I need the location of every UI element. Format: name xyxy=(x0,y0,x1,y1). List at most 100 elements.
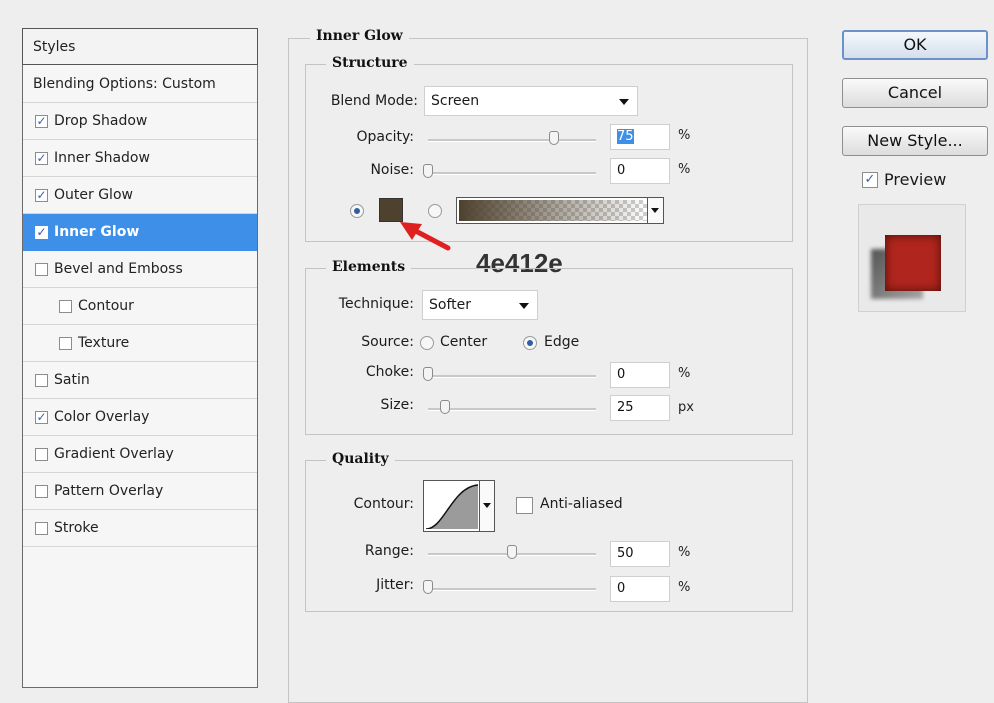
size-slider[interactable] xyxy=(428,408,596,411)
choke-value: 0 xyxy=(617,367,626,382)
size-slider-thumb[interactable] xyxy=(439,400,450,414)
contour-dropdown-button[interactable] xyxy=(479,481,494,531)
noise-slider-thumb[interactable] xyxy=(423,164,433,178)
noise-input[interactable]: 0 xyxy=(610,158,670,184)
styles-item-gradient-overlay[interactable]: Gradient Overlay xyxy=(23,436,257,473)
styles-item-texture[interactable]: Texture xyxy=(23,325,257,362)
styles-item-label: Pattern Overlay xyxy=(54,483,164,499)
checkbox[interactable]: ✓ xyxy=(35,114,48,128)
checkbox[interactable]: ✓ xyxy=(35,188,48,202)
styles-item-label: Texture xyxy=(78,335,130,351)
new-style-button[interactable]: New Style... xyxy=(842,126,988,156)
preview-checkbox[interactable]: ✓ xyxy=(862,171,878,188)
checkbox[interactable] xyxy=(35,447,48,461)
technique-dropdown[interactable]: Softer xyxy=(422,290,538,320)
preview-label: Preview xyxy=(884,170,947,189)
choke-slider-thumb[interactable] xyxy=(423,367,433,381)
chevron-down-icon xyxy=(483,503,491,508)
styles-item-stroke[interactable]: Stroke xyxy=(23,510,257,547)
blending-options-label: Blending Options: Custom xyxy=(33,75,216,92)
source-center-radio[interactable] xyxy=(420,336,434,350)
styles-item-drop-shadow[interactable]: ✓ Drop Shadow xyxy=(23,103,257,140)
styles-item-label: Drop Shadow xyxy=(54,113,148,129)
choke-input[interactable]: 0 xyxy=(610,362,670,388)
styles-item-label: Satin xyxy=(54,372,90,388)
range-input[interactable]: 50 xyxy=(610,541,670,567)
style-preview-thumbnail xyxy=(858,204,966,312)
size-label: Size: xyxy=(380,397,414,413)
source-edge-radio[interactable] xyxy=(523,336,537,350)
jitter-value: 0 xyxy=(617,581,626,596)
opacity-value: 75 xyxy=(617,129,634,144)
styles-item-color-overlay[interactable]: ✓ Color Overlay xyxy=(23,399,257,436)
styles-item-label: Inner Shadow xyxy=(54,150,150,166)
chevron-down-icon xyxy=(519,303,529,309)
checkbox[interactable]: ✓ xyxy=(35,151,48,165)
gradient-picker[interactable] xyxy=(456,197,664,224)
preview-square xyxy=(885,235,941,291)
blend-mode-label: Blend Mode: xyxy=(330,93,418,109)
structure-title: Structure xyxy=(326,55,414,71)
jitter-slider-thumb[interactable] xyxy=(423,580,433,594)
blend-mode-dropdown[interactable]: Screen xyxy=(424,86,638,116)
checkbox[interactable] xyxy=(35,521,48,535)
gradient-preview xyxy=(459,200,647,221)
jitter-slider[interactable] xyxy=(428,588,596,591)
checkbox[interactable] xyxy=(35,262,48,276)
checkbox[interactable]: ✓ xyxy=(35,410,48,424)
styles-item-bevel-and-emboss[interactable]: Bevel and Emboss xyxy=(23,251,257,288)
chevron-down-icon xyxy=(619,99,629,105)
checkbox[interactable]: ✓ xyxy=(35,225,48,239)
noise-label: Noise: xyxy=(370,162,414,178)
blending-options-item[interactable]: Blending Options: Custom xyxy=(23,65,257,103)
opacity-slider[interactable] xyxy=(428,139,596,142)
styles-header[interactable]: Styles xyxy=(22,28,258,65)
technique-label: Technique: xyxy=(338,296,414,312)
blend-mode-value: Screen xyxy=(431,93,480,109)
checkbox[interactable] xyxy=(35,373,48,387)
styles-item-outer-glow[interactable]: ✓ Outer Glow xyxy=(23,177,257,214)
styles-item-label: Gradient Overlay xyxy=(54,446,174,462)
choke-label: Choke: xyxy=(365,364,414,380)
range-slider-thumb[interactable] xyxy=(507,545,517,559)
source-center-label: Center xyxy=(440,334,488,350)
quality-title: Quality xyxy=(326,451,395,467)
checkbox[interactable] xyxy=(35,484,48,498)
opacity-label: Opacity: xyxy=(356,129,414,145)
opacity-slider-thumb[interactable] xyxy=(549,131,559,145)
styles-item-contour[interactable]: Contour xyxy=(23,288,257,325)
checkbox[interactable] xyxy=(59,299,72,313)
noise-unit: % xyxy=(678,162,691,177)
preview-toggle[interactable]: ✓ Preview xyxy=(862,170,946,189)
anti-aliased-checkbox[interactable] xyxy=(516,497,533,514)
styles-item-label: Inner Glow xyxy=(54,224,140,240)
styles-item-satin[interactable]: Satin xyxy=(23,362,257,399)
annotation-arrow-icon xyxy=(400,222,451,251)
ok-button[interactable]: OK xyxy=(842,30,988,60)
opacity-unit: % xyxy=(678,128,691,143)
solid-color-radio[interactable] xyxy=(350,204,364,218)
gradient-radio[interactable] xyxy=(428,204,442,218)
gradient-dropdown-button[interactable] xyxy=(647,198,663,223)
styles-list: Styles Blending Options: Custom ✓ Drop Sh… xyxy=(22,28,258,688)
cancel-button[interactable]: Cancel xyxy=(842,78,988,108)
anti-aliased-label: Anti-aliased xyxy=(540,496,623,512)
chevron-down-icon xyxy=(651,208,659,213)
size-unit: px xyxy=(678,400,694,415)
range-unit: % xyxy=(678,545,691,560)
checkbox[interactable] xyxy=(59,336,72,350)
size-input[interactable]: 25 xyxy=(610,395,670,421)
styles-item-label: Stroke xyxy=(54,520,99,536)
styles-item-pattern-overlay[interactable]: Pattern Overlay xyxy=(23,473,257,510)
noise-slider[interactable] xyxy=(428,172,596,175)
contour-picker[interactable] xyxy=(423,480,495,532)
styles-item-inner-glow[interactable]: ✓ Inner Glow xyxy=(23,214,257,251)
opacity-input[interactable]: 75 xyxy=(610,124,670,150)
choke-unit: % xyxy=(678,366,691,381)
styles-item-label: Outer Glow xyxy=(54,187,133,203)
jitter-label: Jitter: xyxy=(376,577,414,593)
styles-item-inner-shadow[interactable]: ✓ Inner Shadow xyxy=(23,140,257,177)
jitter-input[interactable]: 0 xyxy=(610,576,670,602)
choke-slider[interactable] xyxy=(428,375,596,378)
elements-title: Elements xyxy=(326,259,412,275)
